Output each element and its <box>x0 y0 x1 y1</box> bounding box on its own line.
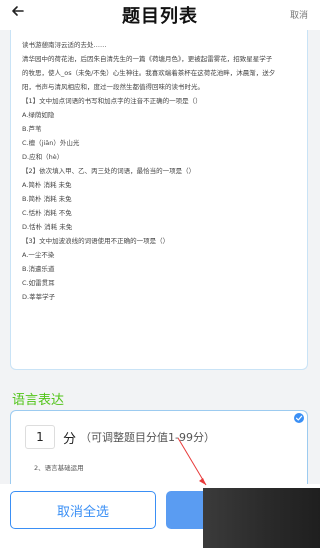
annotation-arrow-icon <box>177 437 207 486</box>
